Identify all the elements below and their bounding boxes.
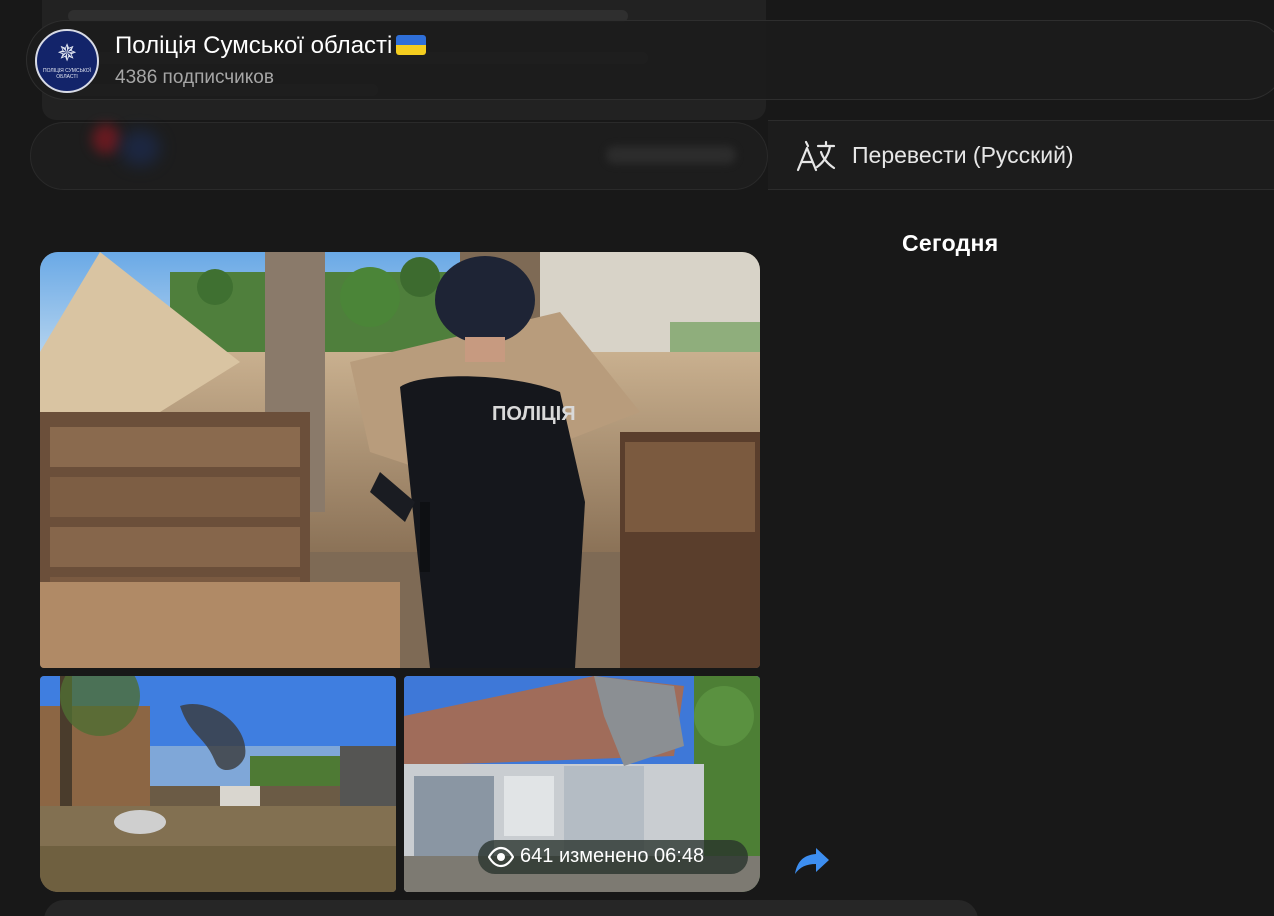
reaction-heart-icon (92, 124, 120, 154)
channel-title-text: Поліція Сумської області (115, 32, 393, 59)
subscriber-count: 4386 подписчиков (115, 67, 274, 88)
date-separator: Сегодня (902, 230, 999, 256)
avatar-caption: ПОЛІЦІЯ СУМСЬКОЇ ОБЛАСТІ (43, 68, 91, 80)
eye-icon (488, 846, 514, 868)
post-photo-left[interactable] (40, 676, 396, 892)
police-star-icon: ✵ (56, 40, 78, 67)
channel-title[interactable]: Поліція Сумської області (115, 32, 427, 60)
views-and-edited-time: 641 изменено 06:48 (520, 845, 704, 868)
translate-label[interactable]: Перевести (Русский) (852, 142, 1074, 169)
reaction-avatar (120, 130, 160, 166)
previous-message-meta (606, 146, 736, 164)
ukraine-flag-icon (396, 35, 427, 55)
edited-time: изменено 06:48 (558, 845, 705, 867)
police-back-label: ПОЛІЦІЯ (492, 403, 576, 425)
view-count: 641 (520, 845, 554, 867)
post-photo-main[interactable]: ПОЛІЦІЯ (40, 252, 760, 668)
bottom-bar (44, 900, 978, 916)
share-arrow-icon[interactable] (792, 842, 832, 878)
translate-icon (796, 140, 836, 172)
telegram-channel-screen: ✵ ПОЛІЦІЯ СУМСЬКОЇ ОБЛАСТІ Поліція Сумсь… (0, 0, 1274, 916)
channel-avatar[interactable]: ✵ ПОЛІЦІЯ СУМСЬКОЇ ОБЛАСТІ (35, 29, 99, 93)
